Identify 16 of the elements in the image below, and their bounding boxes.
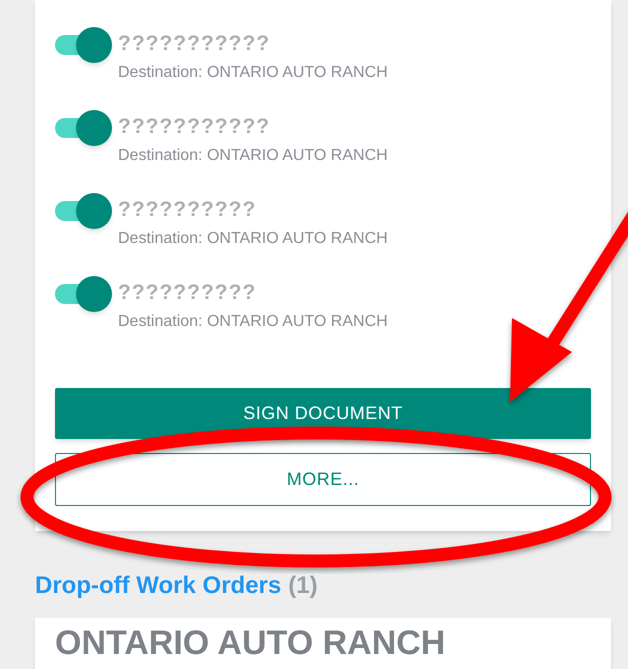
destination-text: Destination: ONTARIO AUTO RANCH [118,146,388,166]
toggle-switch[interactable] [55,193,112,229]
item-title: ?????????? [118,197,258,223]
item-title: ??????????? [118,114,272,140]
section-heading: Drop-off Work Orders [35,571,282,601]
section-count: (1) [288,571,318,601]
toggle-switch[interactable] [55,110,112,146]
destination-text: Destination: ONTARIO AUTO RANCH [118,229,388,249]
destination-text: Destination: ONTARIO AUTO RANCH [118,312,388,332]
item-title: ??????????? [118,31,272,57]
destination-text: Destination: ONTARIO AUTO RANCH [118,63,388,83]
item-title: ?????????? [118,280,258,306]
card-title: ONTARIO AUTO RANCH [55,624,446,662]
toggle-switch[interactable] [55,276,112,312]
more-button[interactable]: MORE... [55,453,591,506]
toggle-switch[interactable] [55,27,112,63]
